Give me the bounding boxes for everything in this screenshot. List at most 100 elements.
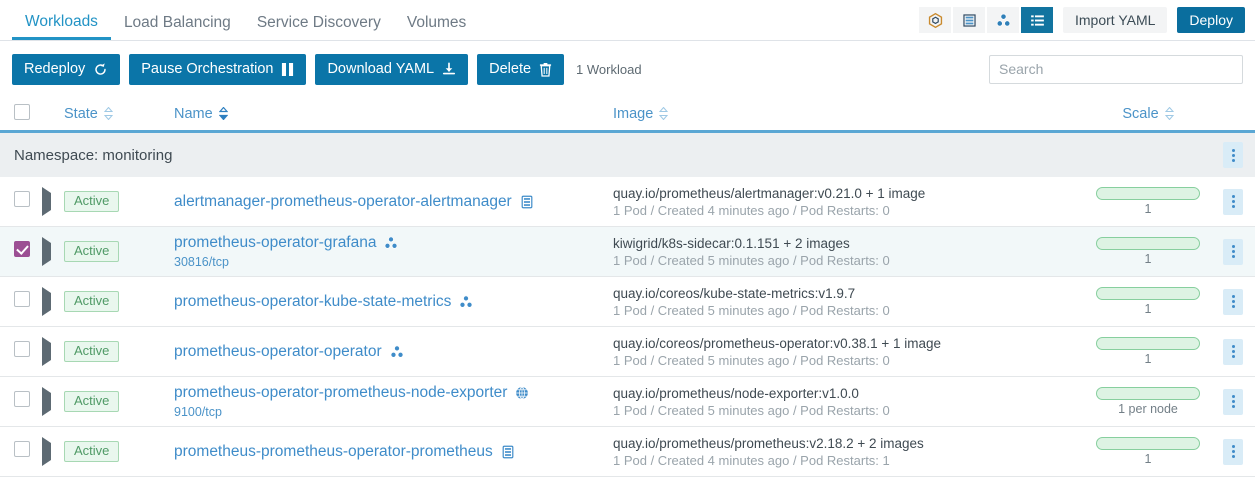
workload-name-link[interactable]: alertmanager-prometheus-operator-alertma…	[174, 193, 613, 211]
row-expander-cell	[42, 436, 64, 466]
image-cell: quay.io/prometheus/alertmanager:v0.21.0 …	[613, 186, 1083, 218]
row-actions-menu-icon[interactable]	[1223, 238, 1243, 265]
column-header-image[interactable]: Image	[613, 106, 1083, 122]
image-cell: quay.io/coreos/prometheus-operator:v0.38…	[613, 336, 1083, 368]
workload-count-label: 1 Workload	[576, 61, 642, 77]
row-select-cell	[14, 341, 42, 362]
state-cell: Active	[64, 240, 174, 263]
expand-row-triangle-icon[interactable]	[42, 286, 51, 316]
deploy-button[interactable]: Deploy	[1177, 7, 1245, 33]
view-mode-list-view[interactable]	[1021, 7, 1053, 33]
tab-volumes[interactable]: Volumes	[394, 14, 479, 41]
import-yaml-button[interactable]: Import YAML	[1063, 7, 1168, 33]
workload-name-link[interactable]: prometheus-operator-kube-state-metrics	[174, 293, 613, 311]
scale-slider[interactable]	[1096, 237, 1200, 250]
row-expander-cell	[42, 336, 64, 366]
expand-row-triangle-icon[interactable]	[42, 436, 51, 466]
table-row[interactable]: Active prometheus-operator-prometheus-nod…	[0, 377, 1255, 427]
scale-slider[interactable]	[1096, 187, 1200, 200]
sort-toggle-icon[interactable]	[1164, 107, 1174, 120]
scale-slider[interactable]	[1096, 437, 1200, 450]
column-header-name-label: Name	[174, 105, 213, 122]
tab-load-balancing[interactable]: Load Balancing	[111, 13, 244, 41]
workload-name-label: prometheus-operator-operator	[174, 342, 382, 360]
tab-service-discovery[interactable]: Service Discovery	[244, 14, 394, 41]
row-select-checkbox[interactable]	[14, 341, 30, 357]
delete-button[interactable]: Delete	[477, 53, 565, 85]
row-actions-menu-icon[interactable]	[1223, 338, 1243, 365]
view-mode-cluster-nodes[interactable]	[987, 7, 1019, 33]
name-cell: prometheus-operator-grafana 30816/tcp	[174, 234, 613, 269]
tab-workloads[interactable]: Workloads	[12, 12, 111, 40]
image-cell: quay.io/prometheus/prometheus:v2.18.2 + …	[613, 436, 1083, 468]
sort-toggle-icon[interactable]	[659, 107, 669, 120]
expand-row-triangle-icon[interactable]	[42, 236, 51, 266]
select-all-checkbox[interactable]	[14, 103, 30, 120]
view-mode-server-stack[interactable]	[953, 7, 985, 33]
sort-toggle-icon[interactable]	[103, 107, 113, 120]
row-actions-menu-icon[interactable]	[1223, 388, 1243, 415]
image-name-label: quay.io/prometheus/node-exporter:v1.0.0	[613, 385, 859, 401]
workload-name-label: alertmanager-prometheus-operator-alertma…	[174, 192, 512, 210]
row-select-checkbox[interactable]	[14, 441, 30, 457]
redeploy-button[interactable]: Redeploy	[12, 53, 121, 85]
workload-ports-label: 9100/tcp	[174, 405, 222, 419]
view-mode-cube[interactable]	[919, 7, 951, 33]
expand-row-triangle-icon[interactable]	[42, 336, 51, 366]
table-row[interactable]: Active alertmanager-prometheus-operator-a…	[0, 177, 1255, 227]
row-select-checkbox[interactable]	[14, 191, 30, 207]
button-label: Delete	[489, 61, 532, 77]
scale-slider[interactable]	[1096, 337, 1200, 350]
expand-row-triangle-icon[interactable]	[42, 186, 51, 216]
row-actions-menu-icon[interactable]	[1223, 188, 1243, 215]
row-select-cell	[14, 241, 42, 262]
pod-status-label: 1 Pod / Created 4 minutes ago / Pod Rest…	[613, 452, 890, 468]
row-actions-menu-icon[interactable]	[1223, 288, 1243, 315]
workload-name-link[interactable]: prometheus-operator-prometheus-node-expo…	[174, 384, 613, 402]
scale-slider[interactable]	[1096, 287, 1200, 300]
pause-orchestration-button[interactable]: Pause Orchestration	[129, 53, 307, 85]
sort-toggle-icon[interactable]	[218, 107, 228, 120]
namespace-actions-menu-icon[interactable]	[1223, 142, 1243, 168]
search-input[interactable]	[989, 54, 1243, 84]
table-row[interactable]: Active prometheus-operator-kube-state-met…	[0, 277, 1255, 327]
scale-cell: 1	[1083, 287, 1213, 316]
workload-name-link[interactable]: prometheus-prometheus-operator-prometheu…	[174, 443, 613, 461]
redeploy-icon	[93, 62, 108, 77]
column-header-state[interactable]: State	[64, 106, 174, 122]
scale-value-label: 1	[1144, 202, 1152, 216]
expand-row-triangle-icon[interactable]	[42, 386, 51, 416]
column-header-state-label: State	[64, 105, 98, 122]
column-header-scale[interactable]: Scale	[1083, 106, 1213, 122]
scale-value-label: 1	[1144, 252, 1152, 266]
table-row[interactable]: Active prometheus-operator-operator quay.i…	[0, 327, 1255, 377]
tab-label: Workloads	[25, 12, 98, 30]
server-stack-icon	[961, 12, 978, 29]
scale-cell: 1	[1083, 437, 1213, 466]
download-yaml-button[interactable]: Download YAML	[315, 53, 469, 85]
name-cell: prometheus-operator-prometheus-node-expo…	[174, 384, 613, 419]
image-name-label: quay.io/coreos/prometheus-operator:v0.38…	[613, 335, 942, 351]
state-cell: Active	[64, 440, 174, 463]
image-name-label: quay.io/prometheus/prometheus:v2.18.2 + …	[613, 435, 924, 451]
pause-icon	[281, 62, 294, 77]
pod-status-label: 1 Pod / Created 5 minutes ago / Pod Rest…	[613, 302, 890, 318]
row-actions-menu-icon[interactable]	[1223, 438, 1243, 465]
row-actions-cell	[1213, 338, 1243, 365]
row-select-checkbox[interactable]	[14, 291, 30, 307]
scale-slider[interactable]	[1096, 387, 1200, 400]
scale-cell: 1	[1083, 187, 1213, 216]
globe-icon	[514, 385, 530, 401]
tab-label: Load Balancing	[123, 13, 231, 31]
column-header-name[interactable]: Name	[174, 106, 613, 122]
workload-name-link[interactable]: prometheus-operator-operator	[174, 343, 613, 361]
workload-name-label: prometheus-operator-kube-state-metrics	[174, 292, 452, 310]
workload-name-link[interactable]: prometheus-operator-grafana	[174, 234, 613, 252]
scale-value-label: 1	[1144, 352, 1152, 366]
scale-cell: 1	[1083, 337, 1213, 366]
row-select-checkbox[interactable]	[14, 241, 30, 257]
table-row[interactable]: Active prometheus-operator-grafana 30816/t…	[0, 227, 1255, 277]
row-select-checkbox[interactable]	[14, 391, 30, 407]
table-row[interactable]: Active prometheus-prometheus-operator-pro…	[0, 427, 1255, 477]
scale-value-label: 1	[1144, 302, 1152, 316]
